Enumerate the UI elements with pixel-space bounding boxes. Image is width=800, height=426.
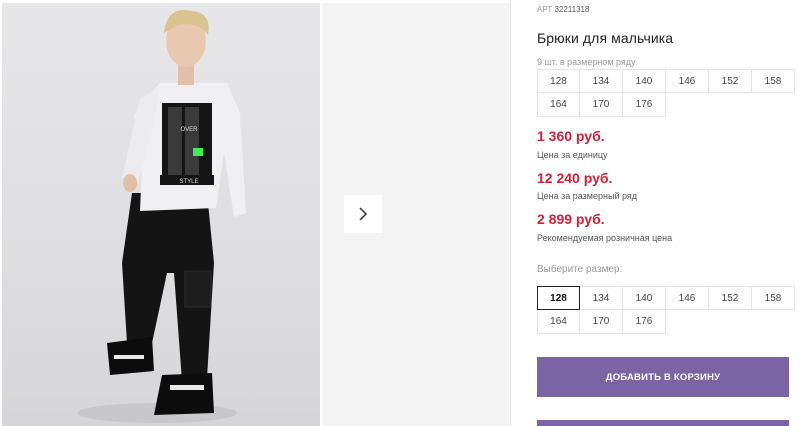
size-option-134[interactable]: 134 bbox=[580, 286, 623, 310]
article-value: 32211318 bbox=[554, 5, 590, 14]
chevron-right-icon bbox=[359, 207, 368, 221]
print-word-over: OVER bbox=[180, 127, 198, 133]
unit-price: 1 360 руб. bbox=[537, 128, 605, 144]
product-photo[interactable]: OVER STYLE bbox=[2, 3, 320, 426]
series-size-cell: 152 bbox=[709, 69, 752, 93]
size-option-128[interactable]: 128 bbox=[537, 286, 580, 310]
secondary-action-button[interactable] bbox=[537, 420, 789, 426]
series-size-cell: 164 bbox=[537, 93, 580, 117]
series-size-cell: 170 bbox=[580, 93, 623, 117]
size-option-158[interactable]: 158 bbox=[752, 286, 795, 310]
product-page: OVER STYLE АРТ 32211318 Брюки для мальчи… bbox=[0, 0, 800, 426]
series-size-cell: 176 bbox=[623, 93, 666, 117]
size-option-152[interactable]: 152 bbox=[709, 286, 752, 310]
size-picker: 128 134 140 146 152 158 164 170 176 bbox=[537, 286, 795, 334]
series-price-label: Цена за размерный ряд bbox=[537, 191, 638, 201]
series-size-cell: 158 bbox=[752, 69, 795, 93]
article-number: АРТ 32211318 bbox=[537, 5, 589, 14]
panel-divider bbox=[510, 0, 511, 426]
size-option-146[interactable]: 146 bbox=[666, 286, 709, 310]
size-option-170[interactable]: 170 bbox=[580, 310, 623, 334]
print-word-style: STYLE bbox=[179, 179, 198, 185]
size-option-140[interactable]: 140 bbox=[623, 286, 666, 310]
article-label: АРТ bbox=[537, 5, 553, 14]
product-gallery: OVER STYLE bbox=[0, 0, 510, 426]
size-option-164[interactable]: 164 bbox=[537, 310, 580, 334]
boy-model-illustration: OVER STYLE bbox=[77, 9, 246, 423]
size-picker-label: Выберите размер: bbox=[537, 264, 623, 275]
retail-price: 2 899 руб. bbox=[537, 211, 605, 227]
series-size-cell: 128 bbox=[537, 69, 580, 93]
unit-price-label: Цена за единицу bbox=[537, 150, 608, 160]
series-note: 9 шт. в размерном ряду bbox=[537, 57, 636, 67]
series-size-grid: 128 134 140 146 152 158 164 170 176 bbox=[537, 69, 795, 117]
series-size-cell: 140 bbox=[623, 69, 666, 93]
retail-price-label: Рекомендуемая розничная цена bbox=[537, 233, 673, 243]
gallery-next-button[interactable] bbox=[344, 195, 382, 233]
add-to-cart-button[interactable]: ДОБАВИТЬ В КОРЗИНУ bbox=[537, 357, 789, 397]
series-price: 12 240 руб. bbox=[537, 170, 613, 186]
product-title: Брюки для мальчика bbox=[537, 30, 674, 46]
series-size-cell: 146 bbox=[666, 69, 709, 93]
size-option-176[interactable]: 176 bbox=[623, 310, 666, 334]
series-size-cell: 134 bbox=[580, 69, 623, 93]
